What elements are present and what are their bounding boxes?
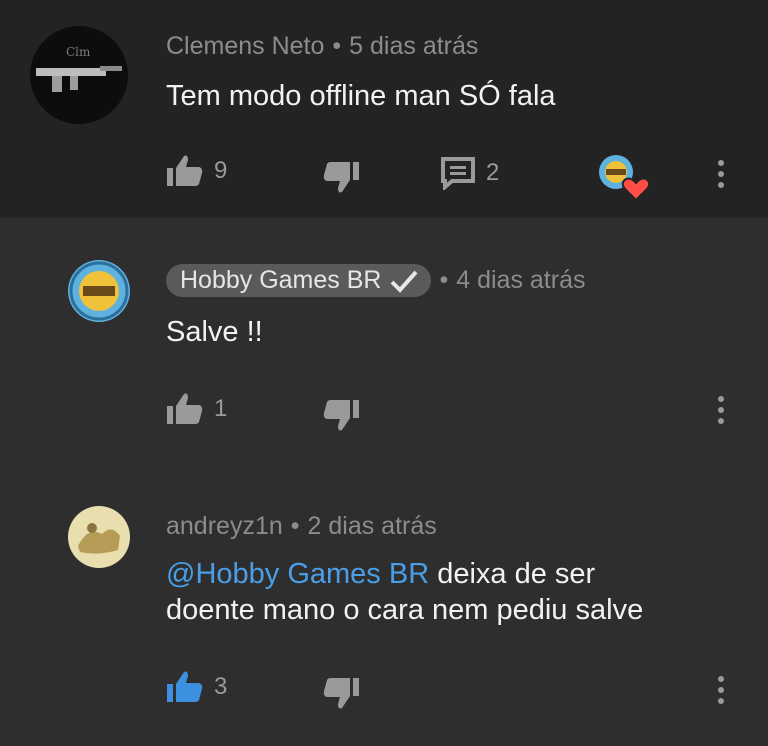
reply-icon bbox=[441, 157, 475, 190]
like-button[interactable]: 9 bbox=[166, 154, 227, 188]
author-chip[interactable]: Hobby Games BR bbox=[166, 264, 432, 297]
mention-link[interactable]: @Hobby Games BR bbox=[166, 558, 429, 590]
like-count: 3 bbox=[214, 673, 228, 700]
like-count: 1 bbox=[214, 395, 228, 422]
thumb-down-icon bbox=[323, 400, 359, 431]
comment-time: 5 dias atrás bbox=[349, 32, 479, 60]
creator-heart-icon bbox=[596, 152, 652, 204]
comment-text: Tem modo offline man SÓ fala bbox=[166, 80, 556, 112]
like-button[interactable]: 3 bbox=[166, 670, 227, 704]
comment-clemens-neto: Clm Clemens Neto • 5 dias atrás Tem modo o… bbox=[0, 0, 768, 218]
comment-text: @Hobby Games BR deixa de ser doente mano… bbox=[166, 556, 643, 628]
dislike-button[interactable] bbox=[322, 676, 360, 710]
comment-meta: Clemens Neto • 5 dias atrás bbox=[166, 32, 479, 60]
comment-meta: andreyz1n • 2 dias atrás bbox=[166, 512, 437, 540]
replies-section: Hobby Games BR • 4 dias atrás Salve !! 1 … bbox=[0, 218, 768, 746]
reply-button[interactable]: 2 bbox=[440, 156, 499, 190]
like-count: 9 bbox=[214, 157, 228, 184]
dislike-button[interactable] bbox=[322, 398, 360, 432]
thumb-up-icon bbox=[167, 155, 203, 186]
author-name: Hobby Games BR bbox=[180, 266, 382, 294]
author-name[interactable]: andreyz1n bbox=[166, 512, 283, 540]
like-button[interactable]: 1 bbox=[166, 392, 227, 426]
thumb-up-icon bbox=[167, 393, 203, 424]
more-options-button[interactable] bbox=[716, 160, 726, 193]
avatar-clemens[interactable]: Clm bbox=[30, 26, 128, 124]
thumb-up-icon bbox=[167, 671, 203, 702]
svg-text:Clm: Clm bbox=[66, 45, 91, 59]
verified-check-icon bbox=[391, 270, 418, 293]
comment-time: 2 dias atrás bbox=[307, 512, 437, 540]
reply-count: 2 bbox=[486, 159, 500, 186]
author-name[interactable]: Clemens Neto bbox=[166, 32, 324, 60]
avatar-hobby-games[interactable] bbox=[68, 260, 130, 322]
comment-meta: Hobby Games BR • 4 dias atrás bbox=[166, 264, 585, 297]
comment-text-line1: deixa de ser bbox=[429, 558, 596, 590]
dislike-button[interactable] bbox=[322, 160, 360, 194]
more-options-button[interactable] bbox=[716, 396, 726, 429]
thumb-down-icon bbox=[323, 678, 359, 709]
comment-text: Salve !! bbox=[166, 316, 263, 348]
more-options-button[interactable] bbox=[716, 676, 726, 709]
avatar-andreyz1n[interactable] bbox=[68, 506, 130, 568]
thumb-down-icon bbox=[323, 162, 359, 193]
comment-time: 4 dias atrás bbox=[456, 266, 586, 294]
comment-text-line2: doente mano o cara nem pediu salve bbox=[166, 594, 644, 626]
